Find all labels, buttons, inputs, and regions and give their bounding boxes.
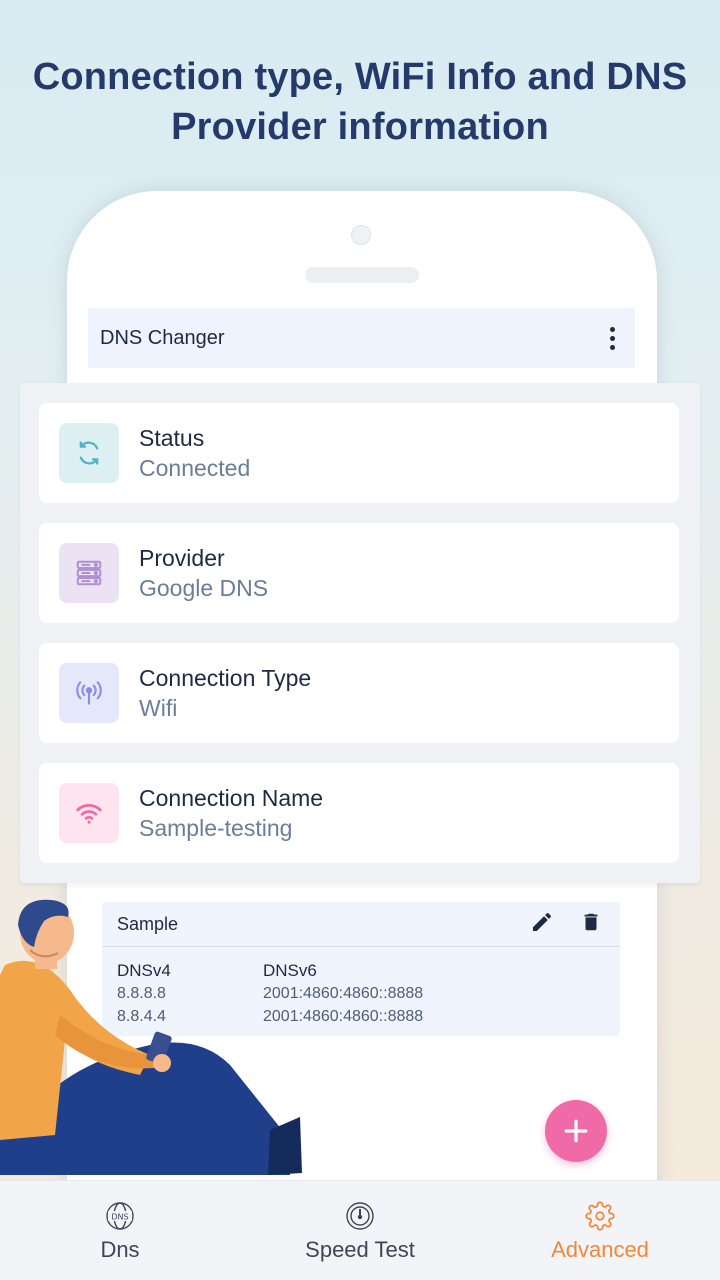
connection-type-card[interactable]: Connection Type Wifi [39,643,679,743]
edit-icon[interactable] [530,910,554,939]
nav-advanced[interactable]: Advanced [480,1181,720,1280]
headline-line-1: Connection type, WiFi Info and DNS [32,56,688,98]
headline-line-2: Provider information [171,106,549,148]
nav-advanced-label: Advanced [551,1237,649,1262]
phone-speaker [305,267,419,283]
status-card[interactable]: Status Connected [39,403,679,503]
wifi-icon [59,783,119,843]
server-icon [59,543,119,603]
connection-type-value: Wifi [139,695,178,721]
nav-dns-label: Dns [100,1237,140,1262]
info-panel: Status Connected Provider Google DNS Con… [20,383,700,883]
nav-speed-test-label: Speed Test [305,1237,415,1262]
connection-name-card[interactable]: Connection Name Sample-testing [39,763,679,863]
person-illustration [0,899,302,1175]
provider-label: Provider [139,545,225,571]
connection-type-label: Connection Type [139,665,312,691]
status-value: Connected [139,455,251,481]
plus-icon [564,1119,588,1143]
nav-speed-test[interactable]: Speed Test [240,1181,480,1280]
provider-value: Google DNS [139,575,269,601]
bottom-nav: DNS Dns Speed Test Advanced [0,1180,720,1280]
nav-dns[interactable]: DNS Dns [0,1181,240,1280]
sync-icon [59,423,119,483]
headline: Connection type, WiFi Info and DNS Provi… [0,52,720,152]
phone-camera [351,225,371,245]
connection-name-label: Connection Name [139,785,324,811]
svg-text:DNS: DNS [111,1213,128,1222]
speedometer-icon [346,1202,374,1230]
connection-name-value: Sample-testing [139,815,293,841]
status-label: Status [139,425,205,451]
gear-icon [585,1201,615,1231]
dns-globe-icon: DNS [106,1202,134,1230]
antenna-icon [59,663,119,723]
more-vert-icon[interactable] [604,323,621,354]
add-dns-button[interactable] [545,1100,607,1162]
app-title: DNS Changer [100,326,225,349]
delete-icon[interactable] [580,910,602,939]
provider-card[interactable]: Provider Google DNS [39,523,679,623]
app-bar: DNS Changer [88,308,635,368]
